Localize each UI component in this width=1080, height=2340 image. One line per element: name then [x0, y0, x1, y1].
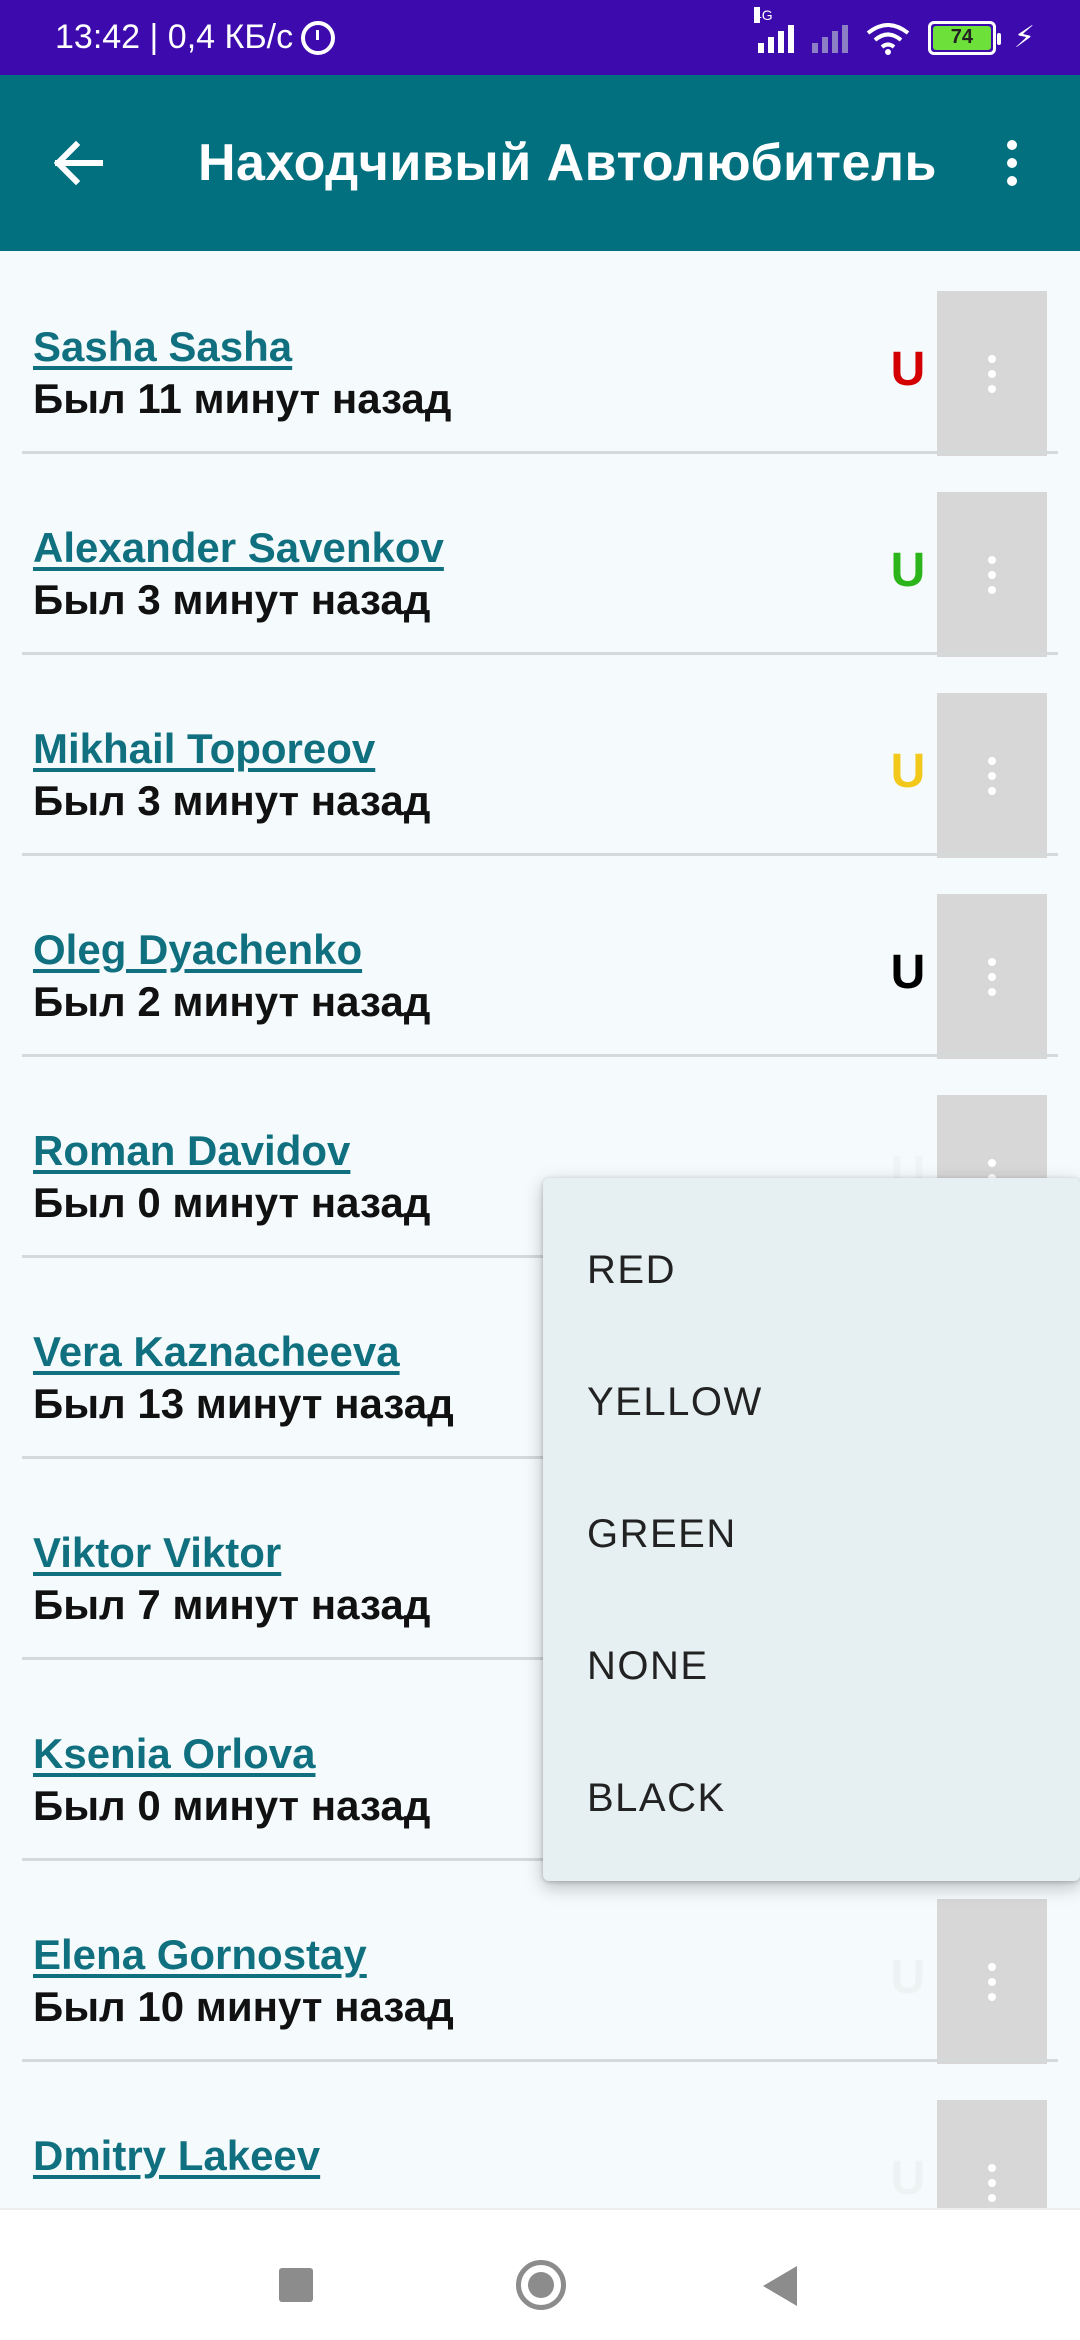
color-flag: U: [890, 745, 926, 798]
color-flag: U: [890, 544, 926, 597]
last-seen-text: Был 2 минут назад: [33, 978, 431, 1025]
home-circle-icon[interactable]: [516, 2260, 566, 2310]
charging-bolt-icon: ⚡: [1013, 21, 1035, 54]
last-seen-text: Был 7 минут назад: [33, 1581, 431, 1628]
arrow-back-icon: [53, 140, 103, 186]
user-name-link[interactable]: Oleg Dyachenko: [33, 926, 362, 974]
user-name-link[interactable]: Alexander Savenkov: [33, 524, 444, 572]
row-menu-button[interactable]: [937, 1899, 1047, 2064]
page-title: Находчивый Автолюбитель: [198, 134, 937, 192]
last-seen-text: Был 13 минут назад: [33, 1380, 454, 1427]
status-right: 4G 74 ⚡: [753, 0, 1035, 75]
user-name-link[interactable]: Roman Davidov: [33, 1127, 350, 1175]
user-name-link[interactable]: Elena Gornostay: [33, 1931, 367, 1979]
last-seen-text: Был 0 минут назад: [33, 1179, 431, 1226]
last-seen-text: Был 11 минут назад: [33, 375, 452, 422]
row-menu-button[interactable]: [937, 492, 1047, 657]
list-item[interactable]: Sasha Sasha Был 11 минут назад U: [0, 251, 1080, 456]
dropdown-option-red[interactable]: RED: [543, 1204, 1080, 1336]
dropdown-option-none[interactable]: NONE: [543, 1600, 1080, 1732]
last-seen-text: Был 3 минут назад: [33, 576, 431, 623]
user-name-link[interactable]: Dmitry Lakeev: [33, 2132, 320, 2180]
user-name-link[interactable]: Viktor Viktor: [33, 1529, 281, 1577]
user-name-link[interactable]: Sasha Sasha: [33, 323, 292, 371]
list-item[interactable]: Mikhail Toporeov Был 3 минут назад U: [0, 653, 1080, 858]
row-menu-button[interactable]: [937, 291, 1047, 456]
last-seen-text: Был 0 минут назад: [33, 1782, 431, 1829]
list-item[interactable]: Dmitry Lakeev U: [0, 2060, 1080, 2208]
navigation-bar: [0, 2208, 1080, 2340]
status-left: 13:42 | 0,4 КБ/с: [55, 0, 336, 75]
wifi-icon: [866, 21, 910, 55]
battery-level: 74: [932, 25, 991, 50]
back-triangle-icon[interactable]: [763, 2266, 797, 2306]
list-item[interactable]: Alexander Savenkov Был 3 минут назад U: [0, 452, 1080, 657]
row-menu-button[interactable]: [937, 894, 1047, 1059]
status-bar: 13:42 | 0,4 КБ/с 4G 74 ⚡: [0, 0, 1080, 75]
color-dropdown-menu: RED YELLOW GREEN NONE BLACK: [543, 1178, 1080, 1881]
color-flag: U: [890, 1951, 926, 2004]
dropdown-option-black[interactable]: BLACK: [543, 1732, 1080, 1864]
dropdown-option-yellow[interactable]: YELLOW: [543, 1336, 1080, 1468]
user-name-link[interactable]: Ksenia Orlova: [33, 1730, 315, 1778]
clock-and-speed: 13:42 | 0,4 КБ/с: [55, 18, 294, 56]
signal-icon: 4G: [753, 6, 794, 53]
color-flag: U: [890, 2152, 926, 2205]
row-menu-button[interactable]: [937, 693, 1047, 858]
color-flag: U: [890, 343, 926, 396]
signal-icon-sim2: [811, 23, 848, 53]
app-bar: Находчивый Автолюбитель: [0, 75, 1080, 251]
alarm-icon: [301, 20, 336, 55]
recents-square-icon[interactable]: [279, 2268, 313, 2302]
user-name-link[interactable]: Vera Kaznacheeva: [33, 1328, 400, 1376]
back-button[interactable]: [40, 125, 116, 201]
row-menu-button[interactable]: [937, 2100, 1047, 2208]
list-item[interactable]: Oleg Dyachenko Был 2 минут назад U: [0, 854, 1080, 1059]
last-seen-text: Был 3 минут назад: [33, 777, 431, 824]
more-vert-icon[interactable]: [974, 125, 1050, 201]
network-type-label: 4G: [753, 6, 773, 23]
list-item[interactable]: Elena Gornostay Был 10 минут назад U: [0, 1859, 1080, 2064]
color-flag: U: [890, 946, 926, 999]
dropdown-option-green[interactable]: GREEN: [543, 1468, 1080, 1600]
user-name-link[interactable]: Mikhail Toporeov: [33, 725, 375, 773]
last-seen-text: Был 10 минут назад: [33, 1983, 454, 2030]
battery-icon: 74: [927, 20, 1001, 55]
